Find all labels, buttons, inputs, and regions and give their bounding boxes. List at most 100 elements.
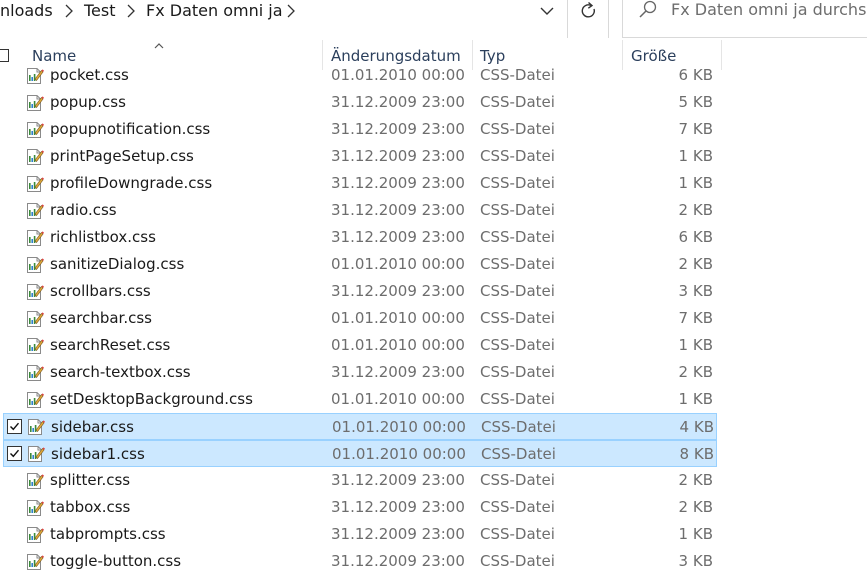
breadcrumb-item-test[interactable]: Test (84, 0, 116, 22)
file-name: scrollbars.css (50, 282, 151, 300)
file-name: popup.css (50, 93, 126, 111)
file-row[interactable]: tabprompts.css 31.12.2009 23:00 CSS-Date… (0, 521, 717, 548)
file-row[interactable]: richlistbox.css 31.12.2009 23:00 CSS-Dat… (0, 224, 717, 251)
file-size: 3 KB (678, 552, 713, 570)
file-name: tabbox.css (50, 498, 131, 516)
css-file-icon (26, 498, 44, 517)
chevron-down-icon[interactable] (532, 0, 562, 22)
file-size: 4 KB (679, 418, 714, 436)
file-row[interactable]: scrollbars.css 31.12.2009 23:00 CSS-Date… (0, 278, 717, 305)
file-size: 1 KB (678, 174, 713, 192)
file-row[interactable]: search-textbox.css 31.12.2009 23:00 CSS-… (0, 359, 717, 386)
file-row[interactable]: popup.css 31.12.2009 23:00 CSS-Datei 5 K… (0, 89, 717, 116)
file-row[interactable]: sidebar1.css 01.01.2010 00:00 CSS-Datei … (3, 440, 717, 467)
css-file-icon (26, 282, 44, 301)
css-file-icon (26, 471, 44, 490)
file-date: 01.01.2010 00:00 (331, 66, 465, 84)
file-date: 31.12.2009 23:00 (331, 93, 465, 111)
file-size: 1 KB (678, 390, 713, 408)
css-file-icon (26, 309, 44, 328)
file-row[interactable]: setDesktopBackground.css 01.01.2010 00:0… (0, 386, 717, 413)
css-file-icon (26, 120, 44, 139)
css-file-icon (26, 147, 44, 166)
file-type: CSS-Datei (480, 390, 555, 408)
chevron-right-icon[interactable] (62, 0, 76, 22)
file-row[interactable]: sidebar.css 01.01.2010 00:00 CSS-Datei 4… (3, 413, 717, 440)
breadcrumb-item-downloads[interactable]: nloads (0, 0, 53, 22)
divider (608, 0, 609, 38)
file-row[interactable]: splitter.css 31.12.2009 23:00 CSS-Datei … (0, 467, 717, 494)
css-file-icon (26, 363, 44, 382)
file-type: CSS-Datei (480, 201, 555, 219)
file-name: printPageSetup.css (50, 147, 194, 165)
chevron-right-icon[interactable] (284, 0, 298, 22)
file-size: 3 KB (678, 282, 713, 300)
file-row[interactable]: tabbox.css 31.12.2009 23:00 CSS-Datei 2 … (0, 494, 717, 521)
file-name: searchReset.css (50, 336, 171, 354)
css-file-icon (26, 525, 44, 544)
file-row[interactable]: searchbar.css 01.01.2010 00:00 CSS-Datei… (0, 305, 717, 332)
css-file-icon (26, 255, 44, 274)
file-name: splitter.css (50, 471, 131, 489)
refresh-icon[interactable] (574, 0, 604, 22)
file-date: 31.12.2009 23:00 (331, 282, 465, 300)
file-date: 01.01.2010 00:00 (331, 336, 465, 354)
file-size: 7 KB (678, 120, 713, 138)
file-size: 2 KB (678, 498, 713, 516)
file-size: 7 KB (678, 309, 713, 327)
file-name: setDesktopBackground.css (50, 390, 253, 408)
select-all-checkbox[interactable] (0, 49, 9, 62)
file-type: CSS-Datei (480, 66, 555, 84)
file-row[interactable]: toggle-button.css 31.12.2009 23:00 CSS-D… (0, 548, 717, 575)
file-size: 2 KB (678, 471, 713, 489)
file-type: CSS-Datei (480, 498, 555, 516)
breadcrumb-item-current-folder[interactable]: Fx Daten omni ja (146, 0, 283, 22)
file-type: CSS-Datei (480, 174, 555, 192)
file-name: popupnotification.css (50, 120, 211, 138)
file-name: tabprompts.css (50, 525, 166, 543)
file-name: profileDowngrade.css (50, 174, 213, 192)
css-file-icon (26, 336, 44, 355)
search-box[interactable] (622, 0, 867, 38)
file-row[interactable]: popupnotification.css 31.12.2009 23:00 C… (0, 116, 717, 143)
file-date: 31.12.2009 23:00 (331, 525, 465, 543)
column-divider[interactable] (721, 40, 722, 70)
file-row[interactable]: profileDowngrade.css 31.12.2009 23:00 CS… (0, 170, 717, 197)
file-row[interactable]: sanitizeDialog.css 01.01.2010 00:00 CSS-… (0, 251, 717, 278)
file-date: 31.12.2009 23:00 (331, 228, 465, 246)
file-type: CSS-Datei (480, 309, 555, 327)
file-row[interactable]: searchReset.css 01.01.2010 00:00 CSS-Dat… (0, 332, 717, 359)
css-file-icon (27, 444, 45, 463)
file-date: 01.01.2010 00:00 (332, 418, 466, 436)
file-size: 5 KB (678, 93, 713, 111)
css-file-icon (26, 66, 44, 85)
file-name: sidebar1.css (51, 445, 145, 463)
row-checkbox[interactable] (7, 446, 22, 461)
file-type: CSS-Datei (480, 93, 555, 111)
file-type: CSS-Datei (480, 255, 555, 273)
file-date: 31.12.2009 23:00 (331, 552, 465, 570)
file-name: sidebar.css (51, 418, 134, 436)
file-size: 1 KB (678, 336, 713, 354)
file-date: 31.12.2009 23:00 (331, 147, 465, 165)
file-type: CSS-Datei (481, 445, 556, 463)
file-row[interactable]: radio.css 31.12.2009 23:00 CSS-Datei 2 K… (0, 197, 717, 224)
row-checkbox[interactable] (7, 419, 22, 434)
address-bar: nloads Test Fx Daten omni ja (0, 0, 867, 40)
file-size: 6 KB (678, 66, 713, 84)
file-row[interactable]: pocket.css 01.01.2010 00:00 CSS-Datei 6 … (0, 62, 717, 89)
file-type: CSS-Datei (480, 228, 555, 246)
file-type: CSS-Datei (480, 525, 555, 543)
file-date: 31.12.2009 23:00 (331, 201, 465, 219)
file-size: 8 KB (679, 445, 714, 463)
file-size: 2 KB (678, 201, 713, 219)
file-size: 2 KB (678, 363, 713, 381)
search-input[interactable] (671, 0, 867, 21)
chevron-right-icon[interactable] (124, 0, 138, 22)
file-date: 31.12.2009 23:00 (331, 174, 465, 192)
file-type: CSS-Datei (481, 418, 556, 436)
file-type: CSS-Datei (480, 336, 555, 354)
file-row[interactable]: printPageSetup.css 31.12.2009 23:00 CSS-… (0, 143, 717, 170)
search-icon[interactable] (637, 0, 661, 25)
file-name: radio.css (50, 201, 117, 219)
